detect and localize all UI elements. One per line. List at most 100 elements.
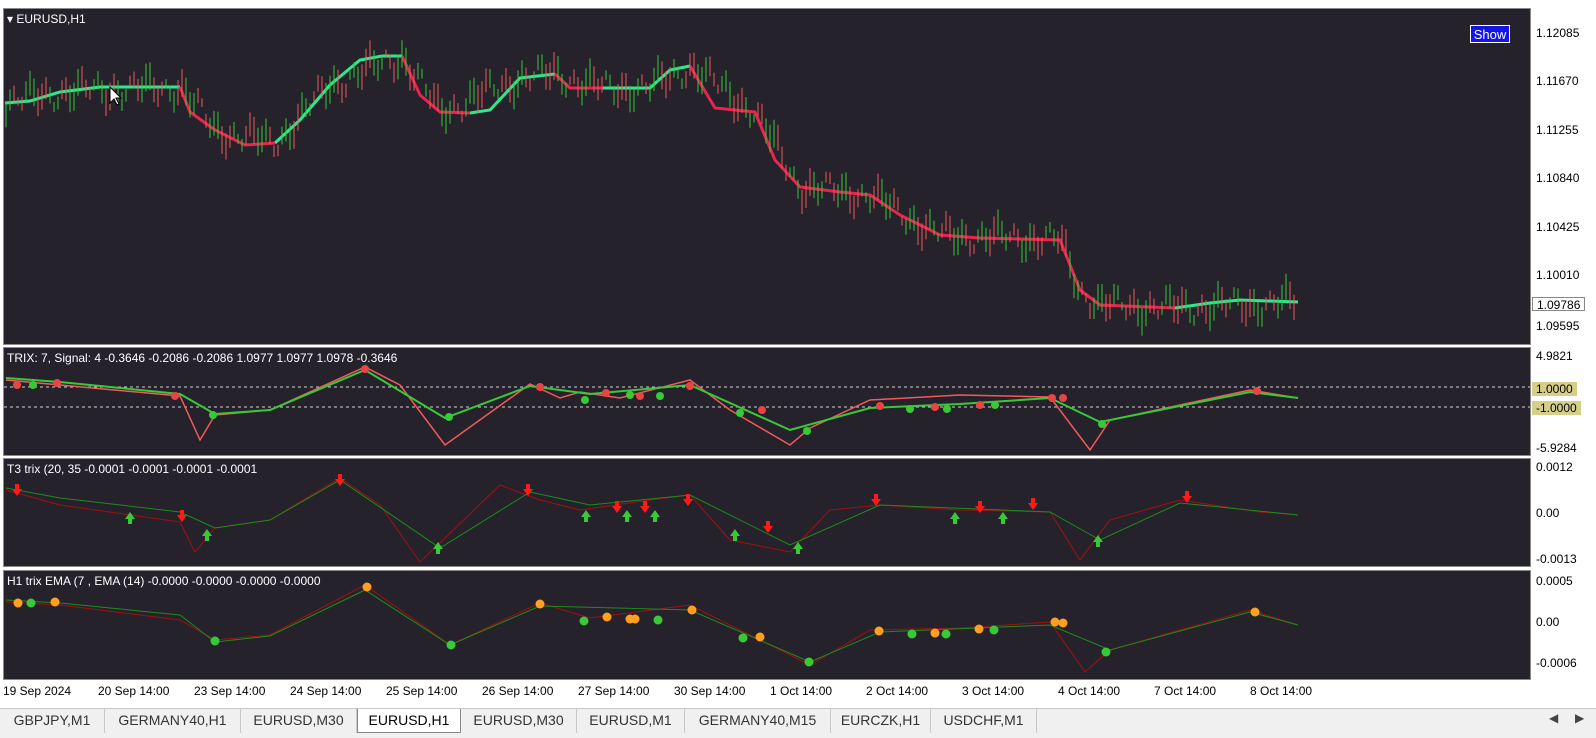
- ema-signal-dot: [738, 633, 748, 643]
- mouse-cursor-icon: [109, 85, 123, 106]
- ema-signal-dot: [930, 628, 940, 638]
- down-arrow-icon: [975, 501, 985, 513]
- up-arrow-icon: [730, 529, 740, 541]
- t3-line-main: [5, 477, 1299, 563]
- scroll-right-icon[interactable]: ▶: [1575, 711, 1584, 725]
- ma-line-up: [1174, 298, 1299, 310]
- up-arrow-icon: [622, 510, 632, 522]
- ema-signal-dot: [13, 598, 23, 608]
- down-arrow-icon: [871, 494, 881, 506]
- time-tick: 7 Oct 14:00: [1154, 684, 1217, 698]
- ma-line-up: [469, 72, 556, 115]
- ema-signal-dot: [941, 629, 951, 639]
- ema-signal-dot: [1250, 607, 1260, 617]
- chart-tab[interactable]: EURCZK,H1: [831, 709, 931, 733]
- ema-signal-dot: [907, 629, 917, 639]
- trix-line: [5, 366, 1299, 452]
- time-tick: 2 Oct 14:00: [866, 684, 929, 698]
- down-arrow-icon: [640, 501, 650, 513]
- trix-signal-dot: [29, 381, 37, 389]
- time-tick: 19 Sep 2024: [3, 684, 72, 698]
- up-arrow-icon: [998, 512, 1008, 524]
- chart-tab[interactable]: USDCHF,M1: [931, 709, 1037, 733]
- ma-line-down: [688, 65, 1176, 310]
- time-tick: 20 Sep 14:00: [98, 684, 170, 698]
- time-tick: 25 Sep 14:00: [386, 684, 458, 698]
- ema-signal-dot: [755, 632, 765, 642]
- ema-signal-dot: [602, 612, 612, 622]
- chart-tab[interactable]: GERMANY40,H1: [105, 709, 241, 733]
- ema-signal-dot: [26, 598, 36, 608]
- chart-tab-bar: GBPJPY,M1 GERMANY40,H1 EURUSD,M30 EURUSD…: [0, 708, 1596, 738]
- ema-signal-dot: [362, 582, 372, 592]
- chart-tab[interactable]: GERMANY40,M15: [685, 709, 831, 733]
- chart-tab-active[interactable]: EURUSD,H1: [357, 709, 461, 733]
- trix-signal-dot: [876, 402, 884, 410]
- trix-signal-dot: [943, 405, 951, 413]
- time-tick: 30 Sep 14:00: [674, 684, 746, 698]
- chart-tab[interactable]: GBPJPY,M1: [0, 709, 105, 733]
- trix-signal-dot: [13, 381, 21, 389]
- trix-signal-dot: [626, 391, 634, 399]
- up-arrow-icon: [125, 512, 135, 524]
- ema-signal-dot: [687, 605, 697, 615]
- time-axis: 19 Sep 2024 20 Sep 14:00 23 Sep 14:00 24…: [0, 684, 1530, 700]
- chart-drawing-layer: [4, 40, 1530, 673]
- trix-signal-dot: [361, 365, 369, 373]
- trix-signal-dot: [736, 409, 744, 417]
- chart-tab[interactable]: EURUSD,M1: [577, 709, 685, 733]
- ema-signal-dot: [50, 597, 60, 607]
- ema-signal-dot: [804, 657, 814, 667]
- time-tick: 26 Sep 14:00: [482, 684, 554, 698]
- trix-signal-dot: [581, 396, 589, 404]
- up-arrow-icon: [950, 512, 960, 524]
- trix-signal-dot: [803, 427, 811, 435]
- trix-signal-dot: [976, 401, 984, 409]
- trix-signal-dot: [536, 383, 544, 391]
- time-tick: 27 Sep 14:00: [578, 684, 650, 698]
- time-tick: 24 Sep 14:00: [290, 684, 362, 698]
- up-arrow-icon: [202, 529, 212, 541]
- trix-signal-dot: [686, 382, 694, 390]
- trix-signal-dot: [1059, 394, 1067, 402]
- ema-signal-dot: [1058, 618, 1068, 628]
- time-tick: 3 Oct 14:00: [962, 684, 1025, 698]
- trix-signal-dot: [1048, 394, 1056, 402]
- trix-signal-dot: [991, 401, 999, 409]
- ema-signal-dot: [579, 616, 589, 626]
- trix-signal-dot: [1098, 420, 1106, 428]
- time-tick: 23 Sep 14:00: [194, 684, 266, 698]
- scroll-left-icon[interactable]: ◀: [1549, 711, 1558, 725]
- ema-signal-dot: [210, 636, 220, 646]
- trix-signal-dot: [656, 392, 664, 400]
- ema-line-main: [5, 584, 1299, 673]
- ema-signal-dot: [535, 599, 545, 609]
- down-arrow-icon: [1028, 498, 1038, 510]
- trix-signal-dot: [209, 411, 217, 419]
- t3-line-signal: [5, 479, 1299, 549]
- time-tick: 1 Oct 14:00: [770, 684, 833, 698]
- trix-signal-dot: [906, 405, 914, 413]
- chart-tab[interactable]: EURUSD,M30: [241, 709, 357, 733]
- trix-signal-dot: [171, 392, 179, 400]
- up-arrow-icon: [793, 542, 803, 554]
- trix-signal-dot: [1253, 387, 1261, 395]
- down-arrow-icon: [335, 474, 345, 486]
- trix-signal-dot: [602, 389, 610, 397]
- time-tick: 4 Oct 14:00: [1058, 684, 1121, 698]
- down-arrow-icon: [763, 521, 773, 533]
- trix-signal-dot: [931, 403, 939, 411]
- trix-signal-dot: [445, 413, 453, 421]
- trix-signal-dot: [53, 379, 61, 387]
- up-arrow-icon: [650, 510, 660, 522]
- trix-signal-dot: [636, 392, 644, 400]
- ema-signal-dot: [989, 625, 999, 635]
- ema-signal-dot: [1101, 647, 1111, 657]
- ema-signal-dot: [1050, 617, 1060, 627]
- up-arrow-icon: [581, 510, 591, 522]
- ema-signal-dot: [630, 614, 640, 624]
- ema-signal-dot: [874, 626, 884, 636]
- trix-signal-dot: [758, 406, 766, 414]
- chart-tab[interactable]: EURUSD,M30: [461, 709, 577, 733]
- ma-line-down: [400, 55, 471, 115]
